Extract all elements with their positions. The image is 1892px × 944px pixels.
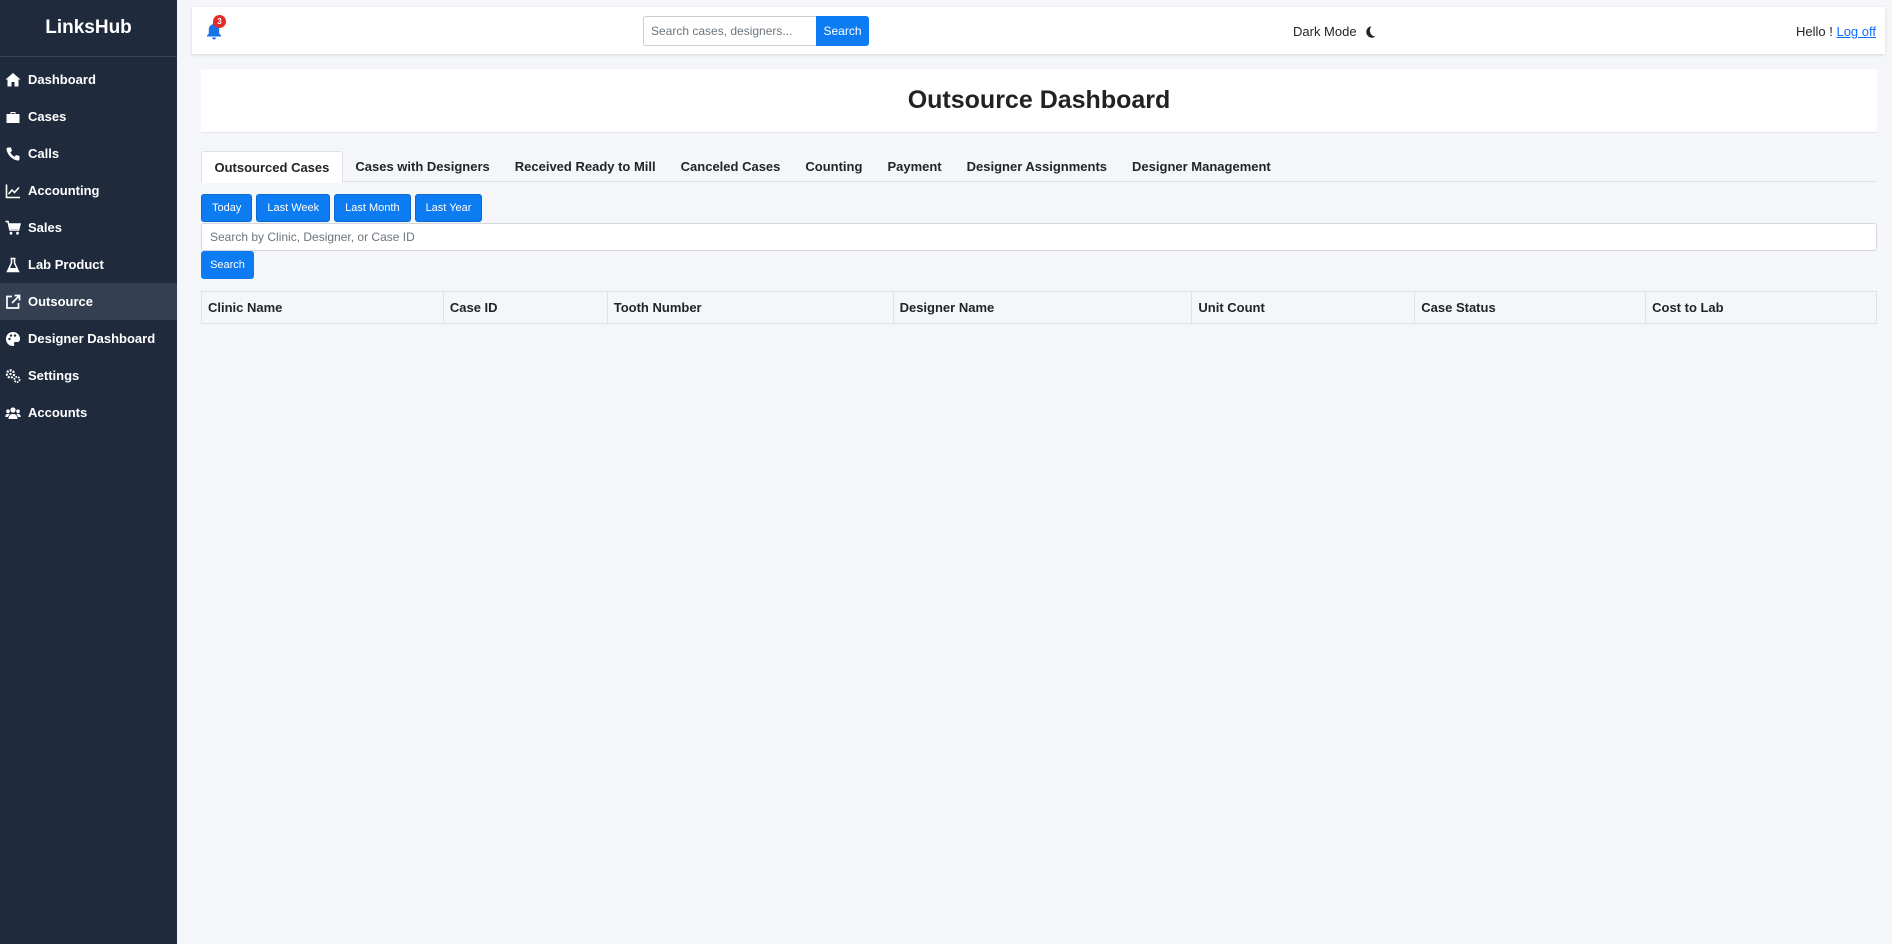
tab-received-ready-to-mill[interactable]: Received Ready to Mill — [502, 151, 668, 182]
global-search: Search — [643, 16, 869, 46]
column-header-tooth-number[interactable]: Tooth Number — [606, 291, 894, 324]
dark-mode-label: Dark Mode — [1293, 24, 1357, 39]
sidebar-item-label: Lab Product — [28, 257, 104, 272]
sidebar-nav: Dashboard Cases Calls Accounting Sales L… — [0, 57, 177, 431]
sidebar-item-outsource[interactable]: Outsource — [0, 283, 177, 320]
sidebar-item-label: Cases — [28, 109, 67, 124]
sidebar-item-label: Accounting — [28, 183, 100, 198]
tab-cases-with-designers[interactable]: Cases with Designers — [343, 151, 502, 182]
gears-icon — [5, 368, 21, 384]
page-title-card: Outsource Dashboard — [201, 69, 1877, 133]
sidebar-item-label: Dashboard — [28, 72, 96, 87]
column-header-designer-name[interactable]: Designer Name — [892, 291, 1193, 324]
case-search-input[interactable] — [201, 223, 1877, 251]
sidebar-item-label: Outsource — [28, 294, 94, 309]
case-search-button[interactable]: Search — [201, 251, 254, 279]
home-icon — [5, 72, 21, 88]
chart-line-icon — [5, 183, 21, 199]
filter-last-year-button[interactable]: Last Year — [414, 194, 483, 222]
sidebar-item-calls[interactable]: Calls — [0, 135, 177, 172]
sidebar-item-label: Accounts — [28, 405, 88, 420]
column-header-case-id[interactable]: Case ID — [442, 291, 608, 324]
notification-badge: 3 — [213, 15, 226, 28]
greeting-text: Hello ! — [1796, 24, 1837, 39]
column-header-case-status[interactable]: Case Status — [1414, 291, 1647, 324]
sidebar-item-sales[interactable]: Sales — [0, 209, 177, 246]
sidebar-item-cases[interactable]: Cases — [0, 98, 177, 135]
sidebar: LinksHub Dashboard Cases Calls Accountin… — [0, 0, 177, 944]
column-header-cost-to-lab[interactable]: Cost to Lab — [1645, 291, 1877, 324]
top-bar: 3 Search Dark Mode Hello ! Log off — [192, 7, 1885, 54]
outsourced-cases-table: Clinic Name Case ID Tooth Number Designe… — [201, 291, 1877, 324]
tab-canceled-cases[interactable]: Canceled Cases — [668, 151, 793, 182]
page-title: Outsource Dashboard — [907, 86, 1171, 114]
phone-icon — [5, 146, 21, 162]
sidebar-item-designer-dashboard[interactable]: Designer Dashboard — [0, 320, 177, 357]
sidebar-item-settings[interactable]: Settings — [0, 357, 177, 394]
flask-icon — [5, 257, 21, 273]
users-icon — [5, 405, 21, 421]
dark-mode-toggle[interactable]: Dark Mode — [1293, 24, 1376, 39]
tab-outsourced-cases[interactable]: Outsourced Cases — [201, 151, 343, 183]
sidebar-item-label: Designer Dashboard — [28, 331, 156, 346]
column-header-unit-count[interactable]: Unit Count — [1191, 291, 1416, 324]
sidebar-item-dashboard[interactable]: Dashboard — [0, 61, 177, 98]
filter-last-week-button[interactable]: Last Week — [256, 194, 331, 222]
filter-last-month-button[interactable]: Last Month — [334, 194, 411, 222]
moon-icon — [1364, 25, 1376, 38]
sidebar-item-lab-product[interactable]: Lab Product — [0, 246, 177, 283]
briefcase-icon — [5, 109, 21, 125]
tab-counting[interactable]: Counting — [793, 151, 875, 182]
sidebar-item-label: Settings — [28, 368, 80, 383]
date-filter-group: Today Last Week Last Month Last Year — [201, 194, 483, 222]
external-link-icon — [5, 294, 21, 310]
cart-icon — [5, 220, 21, 236]
sidebar-item-label: Sales — [28, 220, 62, 235]
sidebar-item-accounts[interactable]: Accounts — [0, 394, 177, 431]
tab-designer-management[interactable]: Designer Management — [1120, 151, 1284, 182]
table-header-row: Clinic Name Case ID Tooth Number Designe… — [201, 291, 1877, 324]
global-search-button[interactable]: Search — [816, 16, 869, 46]
palette-icon — [5, 331, 21, 347]
global-search-input[interactable] — [643, 16, 816, 46]
brand-logo[interactable]: LinksHub — [0, 0, 177, 57]
sidebar-item-accounting[interactable]: Accounting — [0, 172, 177, 209]
logoff-link[interactable]: Log off — [1836, 24, 1876, 39]
sidebar-item-label: Calls — [28, 146, 60, 161]
tab-designer-assignments[interactable]: Designer Assignments — [954, 151, 1119, 182]
column-header-clinic-name[interactable]: Clinic Name — [201, 291, 444, 324]
tab-bar: Outsourced Cases Cases with Designers Re… — [201, 151, 1877, 183]
tab-payment[interactable]: Payment — [875, 151, 954, 182]
filter-today-button[interactable]: Today — [201, 194, 253, 222]
user-greeting: Hello ! Log off — [1796, 24, 1876, 39]
